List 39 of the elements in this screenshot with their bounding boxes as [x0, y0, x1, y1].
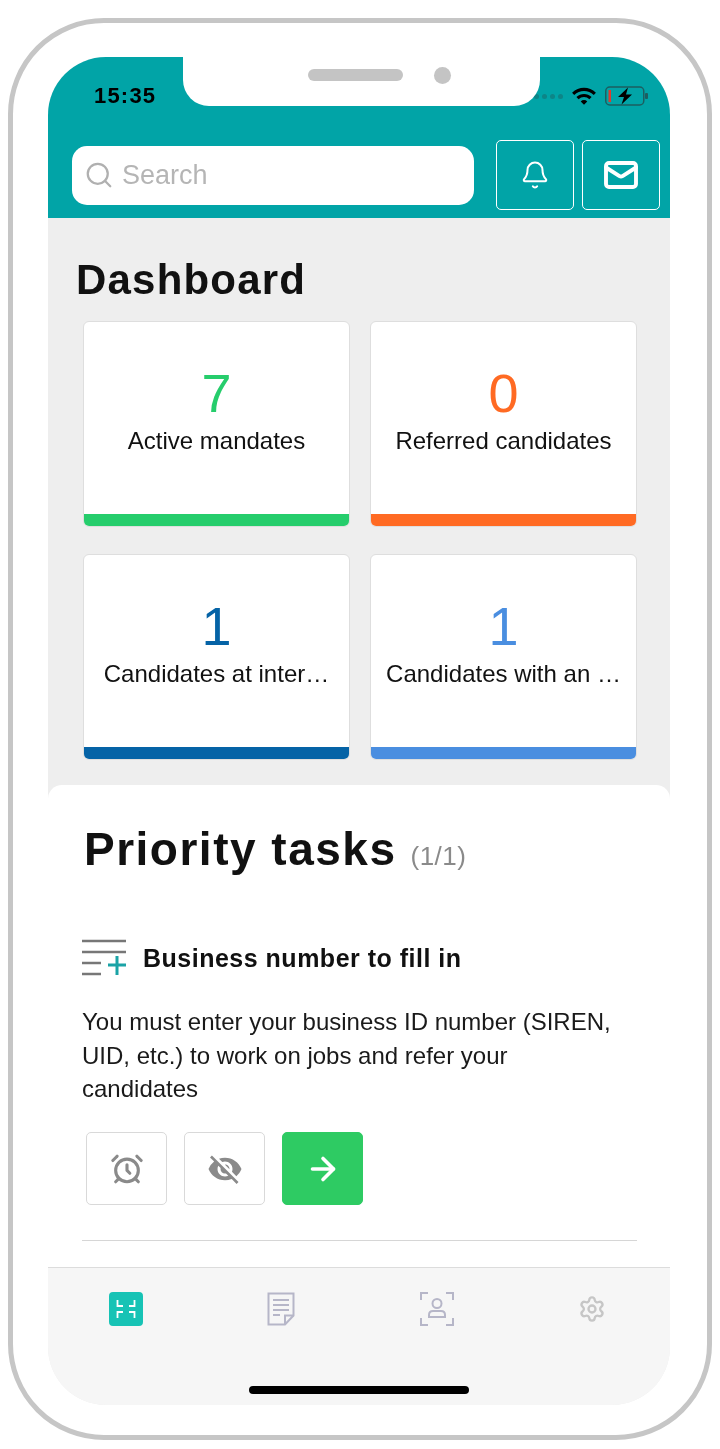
nav-tab[interactable]	[578, 1295, 607, 1323]
nav-tab[interactable]	[419, 1292, 454, 1326]
nav-tab[interactable]	[267, 1292, 296, 1326]
person-scan-icon	[419, 1292, 454, 1326]
task-description: You must enter your business ID number (SIREN, UID, etc.) to work on jobs and refer your candidates	[82, 1007, 612, 1104]
bell-icon	[520, 160, 550, 190]
stat-label: Candidates at inter…	[103, 659, 330, 689]
stat-value: 7	[201, 363, 232, 423]
stat-label: Active mandates	[127, 426, 306, 456]
mail-button[interactable]	[582, 140, 660, 210]
page-title: Dashboard	[76, 256, 308, 304]
bracket-square-icon	[108, 1292, 143, 1326]
stat-card[interactable]: 0 Referred candidates	[370, 321, 637, 527]
speaker-slot-icon	[308, 69, 403, 81]
section-title: Priority tasks	[84, 822, 397, 877]
stat-label: Candidates with an …	[386, 659, 621, 689]
signal-icon	[534, 93, 563, 99]
task-title: Business number to fill in	[143, 943, 462, 973]
stat-card[interactable]: 1 Candidates at inter…	[83, 554, 350, 760]
nav-tab[interactable]	[108, 1292, 143, 1326]
battery-charging-icon	[605, 86, 648, 106]
bell-button[interactable]	[496, 140, 574, 210]
status-time: 15:35	[94, 84, 157, 108]
search-icon	[84, 160, 114, 190]
stat-card[interactable]: 7 Active mandates	[83, 321, 350, 527]
camera-lens-icon	[434, 66, 451, 84]
search-field[interactable]: Search	[72, 145, 474, 205]
stat-card[interactable]: 1 Candidates with an …	[370, 554, 637, 760]
list-plus-icon	[82, 939, 126, 977]
next-button[interactable]	[282, 1132, 363, 1205]
settings-icon	[578, 1295, 607, 1323]
alarm-button[interactable]	[86, 1132, 167, 1205]
stat-value: 0	[488, 363, 519, 423]
document-icon	[267, 1292, 296, 1326]
stat-label: Referred candidates	[395, 426, 612, 456]
stat-value: 1	[488, 596, 519, 656]
task-count: (1/1)	[410, 841, 467, 872]
stat-value: 1	[201, 596, 232, 656]
hide-button[interactable]	[184, 1132, 265, 1205]
